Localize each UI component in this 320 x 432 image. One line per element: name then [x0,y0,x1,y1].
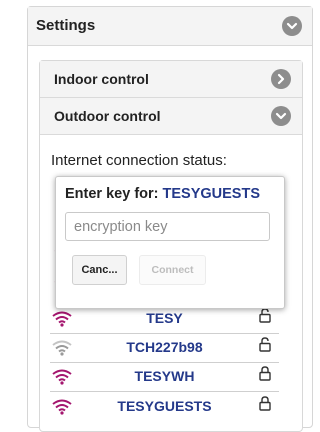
section-indoor-control[interactable]: Indoor control [40,61,302,98]
network-name: TESY [146,310,183,326]
unlock-icon [259,308,271,323]
wifi-signal-icon [52,311,72,327]
network-name: TESYGUESTS [117,398,212,414]
wifi-signal-icon [52,369,72,385]
chevron-right-icon[interactable] [271,69,291,89]
dialog-title: Enter key for: TESYGUESTS [65,186,260,202]
connection-status-label: Internet connection status: [51,152,227,169]
unlock-icon [259,337,271,352]
network-row-tch227b98[interactable]: TCH227b98 [50,334,279,363]
network-row-tesyguests[interactable]: TESYGUESTS [50,393,279,421]
encryption-key-input[interactable] [65,212,270,241]
section-outdoor-control[interactable]: Outdoor control [40,98,302,135]
network-name: TESYWH [134,368,195,384]
settings-title: Settings [36,17,96,34]
network-row-tesywh[interactable]: TESYWH [50,363,279,392]
dialog-title-prefix: Enter key for: [65,186,163,202]
lock-icon [259,366,271,381]
cancel-button[interactable]: Canc... [72,255,127,285]
chevron-down-icon[interactable] [282,16,302,36]
wifi-signal-icon [52,340,72,356]
dialog-network-name: TESYGUESTS [162,186,261,202]
section-indoor-label: Indoor control [54,71,149,87]
connect-button[interactable]: Connect [139,255,206,285]
encryption-key-dialog: Enter key for: TESYGUESTS Canc... Connec… [55,176,285,309]
settings-header[interactable]: Settings [28,7,312,46]
network-name: TCH227b98 [126,339,203,355]
network-row-tesy[interactable]: TESY [50,305,279,334]
lock-icon [259,396,271,411]
section-outdoor-label: Outdoor control [54,108,161,124]
chevron-down-icon[interactable] [271,106,291,126]
wifi-signal-icon [52,399,72,415]
